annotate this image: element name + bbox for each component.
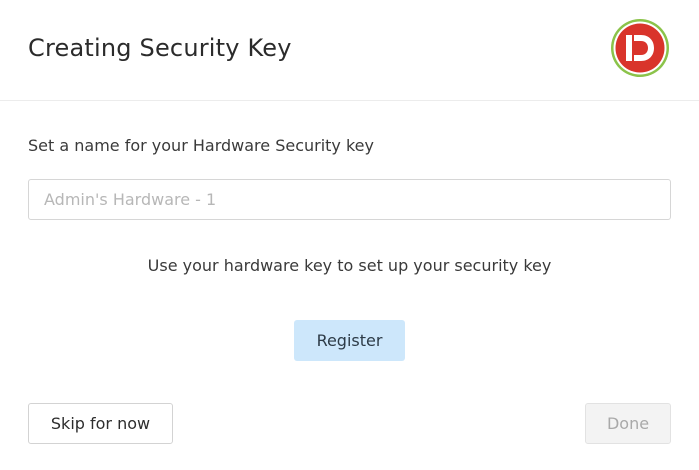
dialog-title: Creating Security Key: [28, 34, 292, 62]
id-brand-logo-icon: [611, 19, 669, 77]
dialog-header: Creating Security Key: [0, 0, 699, 101]
done-button[interactable]: Done: [585, 403, 671, 444]
security-key-dialog: Creating Security Key Set a name for you…: [0, 0, 699, 470]
key-name-input[interactable]: [28, 179, 671, 220]
key-name-label: Set a name for your Hardware Security ke…: [28, 136, 374, 155]
register-button[interactable]: Register: [294, 320, 405, 361]
skip-for-now-button[interactable]: Skip for now: [28, 403, 173, 444]
hardware-key-instruction: Use your hardware key to set up your sec…: [147, 256, 552, 275]
